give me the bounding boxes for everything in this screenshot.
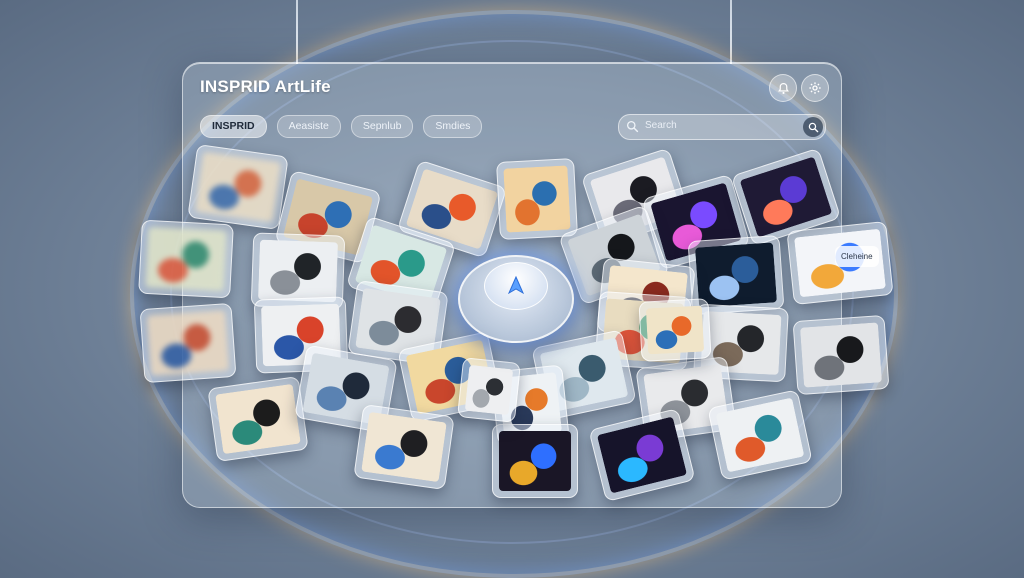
- settings-icon: [809, 82, 821, 94]
- hanging-wire-right: [730, 0, 732, 64]
- artwork-thumbnail: [695, 242, 777, 308]
- search-submit-button[interactable]: [803, 117, 823, 137]
- artwork-blurred-left-1[interactable]: [187, 143, 289, 231]
- search-bar[interactable]: Search: [618, 114, 826, 140]
- search-icon: [626, 120, 639, 133]
- bell-icon: [777, 82, 789, 94]
- tab-insprid[interactable]: INSPRID: [200, 115, 267, 138]
- artwork-thumbnail: [503, 165, 571, 233]
- artwork-thumbnail: [215, 383, 301, 455]
- artwork-neon-figure[interactable]: [492, 424, 578, 498]
- search-input[interactable]: Search: [645, 120, 677, 131]
- app-title: INSPRID ArtLife: [200, 77, 331, 96]
- category-tabs: INSPRID Aeasiste Sepnlub Smdies: [200, 115, 483, 138]
- tab-sepnlub[interactable]: Sepnlub: [350, 115, 414, 138]
- artwork-woman-sketch[interactable]: [207, 375, 309, 463]
- tab-smdies[interactable]: Smdies: [423, 115, 483, 138]
- artwork-thumbnail: [645, 305, 705, 355]
- search-submit-icon: [808, 122, 818, 132]
- featured-chip-label: Cleheine: [835, 246, 879, 267]
- artwork-thumbnail: [361, 411, 447, 483]
- artwork-dark-mask[interactable]: [792, 314, 890, 396]
- hanging-wire-left: [296, 0, 298, 64]
- artwork-thumbnail: [147, 310, 229, 376]
- notifications-button[interactable]: [769, 74, 797, 102]
- center-hub-button[interactable]: [484, 262, 548, 310]
- artwork-thumbnail: [499, 431, 571, 491]
- settings-button[interactable]: [801, 74, 829, 102]
- artwork-orange-figure[interactable]: [638, 298, 712, 362]
- artwork-thumbnail: [800, 322, 882, 388]
- artwork-abstract-sculpture[interactable]: [353, 403, 455, 491]
- navigation-arrow-icon: [507, 275, 525, 295]
- artwork-portrait-hat[interactable]: [496, 158, 578, 240]
- artwork-thumbnail: [145, 227, 227, 291]
- artwork-thumbnail: [195, 151, 281, 223]
- artwork-thumbnail: [464, 364, 514, 416]
- artwork-thumbnail: [715, 397, 805, 473]
- artwork-thumbnail: [257, 239, 339, 303]
- artwork-grey-abstract[interactable]: [457, 357, 521, 423]
- artwork-blurred-left-2[interactable]: [138, 219, 234, 299]
- artwork-thumbnail: [596, 416, 688, 494]
- tab-aeasiste[interactable]: Aeasiste: [276, 115, 341, 138]
- artwork-blurred-left-3[interactable]: [139, 302, 237, 384]
